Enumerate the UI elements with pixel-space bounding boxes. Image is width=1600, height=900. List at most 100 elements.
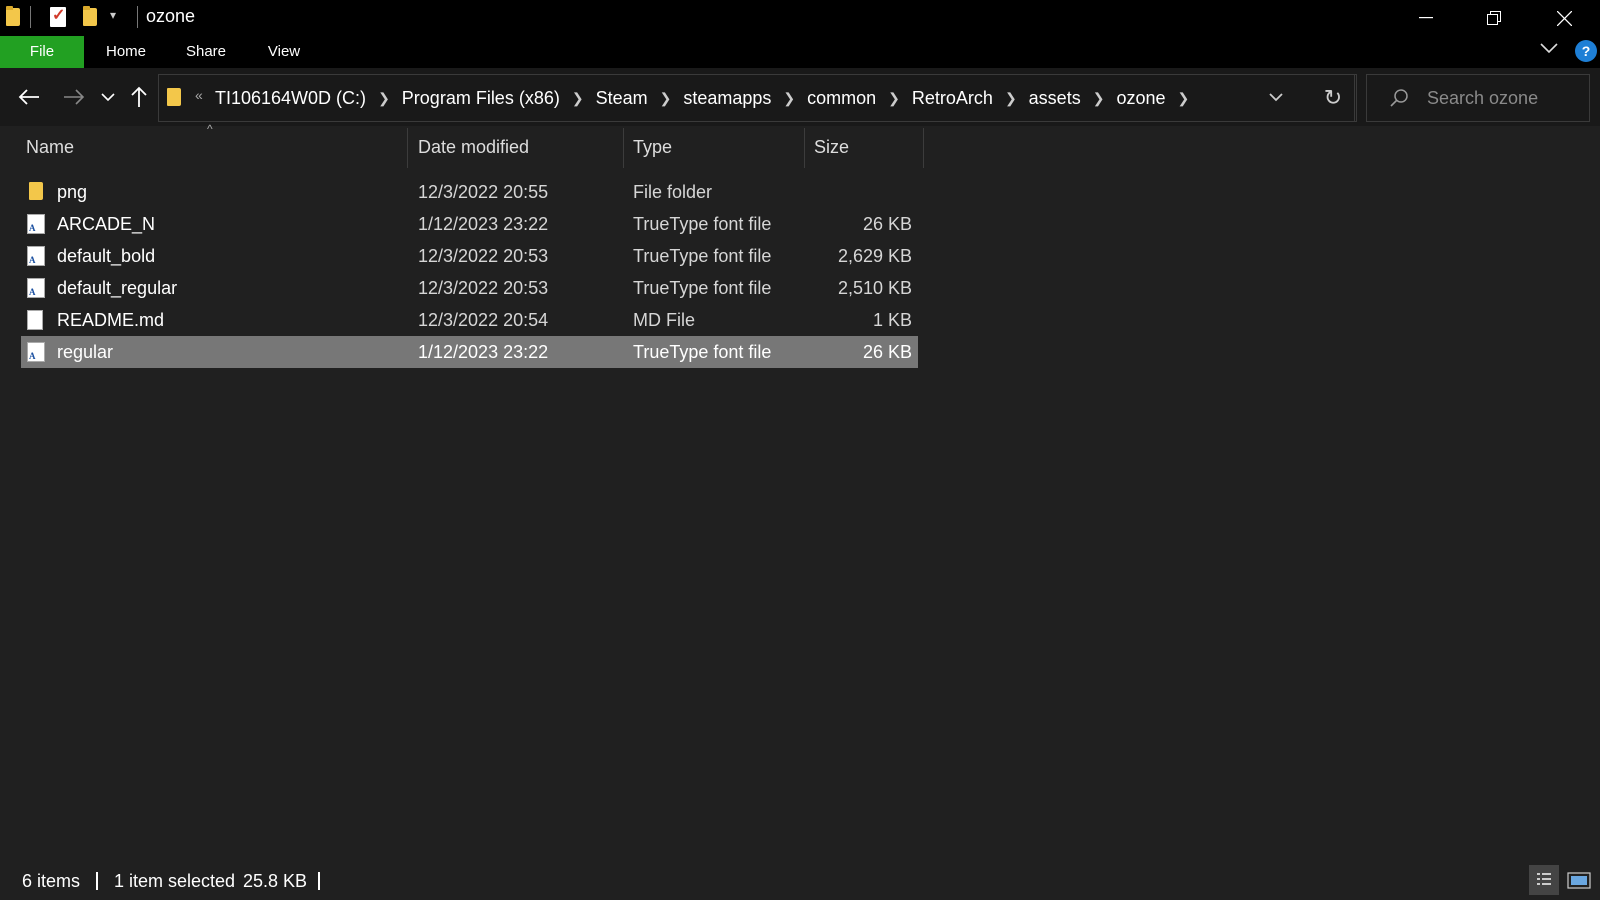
breadcrumb-chevron-icon[interactable]: ❯ <box>1177 90 1189 107</box>
navigation-bar: « TI106164W0D (C:) ❯ Program Files (x86) ❯… <box>0 68 1600 126</box>
breadcrumb-chevron-icon[interactable]: ❯ <box>660 90 672 107</box>
large-icons-view-icon <box>1567 872 1591 889</box>
file-size: 1 KB <box>872 310 912 330</box>
breadcrumb-chevron-icon[interactable]: ❯ <box>572 90 584 107</box>
file-date: 12/3/2022 20:55 <box>418 182 549 202</box>
file-type: TrueType font file <box>633 214 772 234</box>
status-divider <box>96 872 98 890</box>
breadcrumb-item[interactable]: steamapps <box>683 88 771 109</box>
large-icons-view-button[interactable] <box>1564 865 1594 895</box>
breadcrumb-item[interactable]: ozone <box>1116 88 1165 109</box>
file-date: 12/3/2022 20:53 <box>418 246 549 266</box>
window-title: ozone <box>146 6 196 26</box>
file-size: 26 KB <box>862 342 912 362</box>
breadcrumb-chevron-icon[interactable]: ❯ <box>1005 90 1017 107</box>
font-file-icon <box>27 342 45 362</box>
recent-locations-chevron-icon[interactable] <box>101 92 115 102</box>
column-divider[interactable] <box>407 128 408 168</box>
breadcrumb-chevron-icon[interactable]: ❯ <box>783 90 795 107</box>
file-row[interactable]: ARCADE_N 1/12/2023 23:22 TrueType font f… <box>21 208 918 240</box>
file-type: MD File <box>633 310 695 330</box>
item-count: 6 items <box>22 871 81 891</box>
file-list: ^ Name Date modified Type Size png 12/3/… <box>0 122 1600 864</box>
file-type: TrueType font file <box>633 246 772 266</box>
expand-ribbon-chevron-icon[interactable] <box>1540 42 1558 54</box>
column-headers: ^ Name Date modified Type Size <box>0 122 930 168</box>
restore-icon <box>1487 11 1501 25</box>
file-name: README.md <box>57 310 165 330</box>
breadcrumb-item[interactable]: assets <box>1029 88 1081 109</box>
column-header-size[interactable]: Size <box>805 126 923 168</box>
font-file-icon <box>27 246 45 266</box>
address-history-chevron-icon[interactable] <box>1268 87 1284 107</box>
file-row[interactable]: default_bold 12/3/2022 20:53 TrueType fo… <box>21 240 918 272</box>
breadcrumb-item[interactable]: common <box>807 88 876 109</box>
qat-separator <box>137 6 138 28</box>
file-row-selected[interactable]: regular 1/12/2023 23:22 TrueType font fi… <box>21 336 918 368</box>
document-icon <box>27 310 43 330</box>
close-icon <box>1556 10 1572 26</box>
file-name: default_regular <box>57 278 178 298</box>
refresh-button[interactable]: ↻ <box>1310 74 1357 122</box>
details-view-icon <box>1537 873 1551 885</box>
selection-count: 1 item selected <box>114 871 236 891</box>
file-size: 26 KB <box>862 214 912 234</box>
breadcrumb-item[interactable]: Steam <box>596 88 648 109</box>
title-bar: ▾ ozone <box>0 0 1600 36</box>
qat-separator <box>30 6 31 28</box>
folder-icon[interactable] <box>6 6 20 26</box>
status-bar: 6 items 1 item selected 25.8 KB <box>0 864 1600 899</box>
selection-size: 25.8 KB <box>243 871 308 891</box>
folder-icon <box>29 182 43 200</box>
customize-qat-dropdown-icon[interactable]: ▾ <box>110 8 116 22</box>
search-input[interactable]: Search ozone <box>1366 74 1590 122</box>
file-row[interactable]: default_regular 12/3/2022 20:53 TrueType… <box>21 272 918 304</box>
up-arrow-icon[interactable] <box>130 86 148 108</box>
file-name: regular <box>57 342 114 362</box>
refresh-icon: ↻ <box>1323 85 1343 110</box>
file-size: 2,629 KB <box>837 246 912 266</box>
breadcrumb: TI106164W0D (C:) ❯ Program Files (x86) ❯ S… <box>215 75 1201 121</box>
breadcrumb-chevron-icon[interactable]: ❯ <box>378 90 390 107</box>
details-view-button[interactable] <box>1529 865 1559 895</box>
file-type: TrueType font file <box>633 278 772 298</box>
column-header-date[interactable]: Date modified <box>409 126 623 168</box>
tab-home[interactable]: Home <box>96 36 156 68</box>
column-divider[interactable] <box>923 128 924 168</box>
ribbon: File Home Share View <box>0 36 1600 68</box>
column-header-name[interactable]: Name <box>17 126 407 168</box>
help-icon[interactable]: ? <box>1575 40 1597 62</box>
file-name: png <box>57 182 88 202</box>
new-folder-icon[interactable] <box>83 6 97 26</box>
tab-file[interactable]: File <box>0 36 84 68</box>
breadcrumb-chevron-icon[interactable]: ❯ <box>888 90 900 107</box>
search-icon <box>1390 89 1408 107</box>
status-divider <box>318 872 320 890</box>
close-button[interactable] <box>1530 0 1598 36</box>
file-date: 1/12/2023 23:22 <box>418 214 549 234</box>
folder-icon <box>167 88 181 106</box>
breadcrumb-item[interactable]: RetroArch <box>912 88 993 109</box>
properties-icon[interactable] <box>50 6 66 27</box>
tab-share[interactable]: Share <box>176 36 236 68</box>
restore-button[interactable] <box>1460 0 1528 36</box>
more-locations-icon[interactable]: « <box>195 87 203 103</box>
address-bar[interactable]: « TI106164W0D (C:) ❯ Program Files (x86) ❯… <box>158 74 1355 122</box>
breadcrumb-item[interactable]: TI106164W0D (C:) <box>215 88 366 109</box>
font-file-icon <box>27 214 45 234</box>
file-date: 1/12/2023 23:22 <box>418 342 549 362</box>
file-row[interactable]: png 12/3/2022 20:55 File folder <box>21 176 918 208</box>
column-header-type[interactable]: Type <box>624 126 804 168</box>
file-date: 12/3/2022 20:54 <box>418 310 549 330</box>
minimize-icon <box>1419 17 1433 19</box>
breadcrumb-item[interactable]: Program Files (x86) <box>402 88 560 109</box>
file-type: TrueType font file <box>633 342 772 362</box>
minimize-button[interactable] <box>1392 0 1460 36</box>
file-row[interactable]: README.md 12/3/2022 20:54 MD File 1 KB <box>21 304 918 336</box>
search-placeholder: Search ozone <box>1427 88 1539 108</box>
back-arrow-icon[interactable] <box>18 88 40 106</box>
breadcrumb-chevron-icon[interactable]: ❯ <box>1093 90 1105 107</box>
tab-view[interactable]: View <box>256 36 312 68</box>
file-date: 12/3/2022 20:53 <box>418 278 549 298</box>
forward-arrow-icon[interactable] <box>63 88 85 106</box>
